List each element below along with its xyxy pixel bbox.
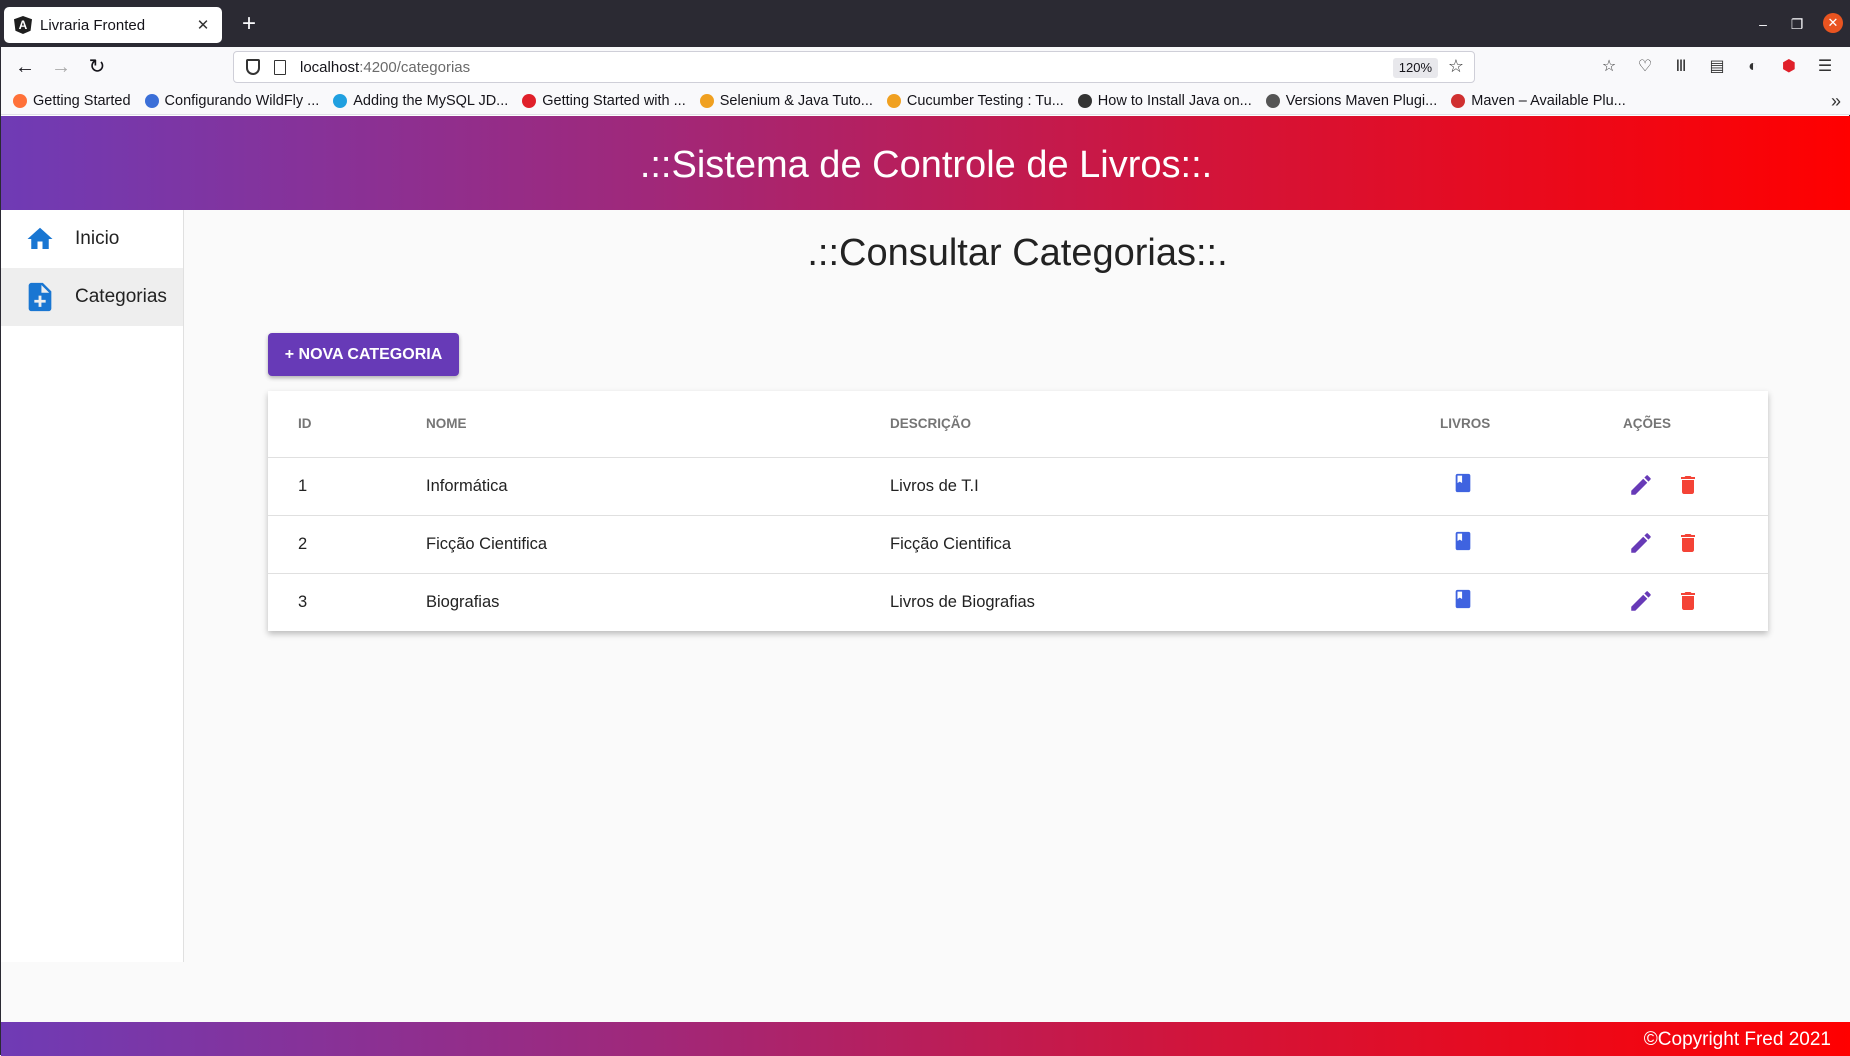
sidebar-item-label: Inicio [75,228,120,249]
ublock-icon[interactable]: ⬢ [1779,57,1799,77]
cell-id: 1 [298,477,308,495]
bookmark-item[interactable]: Maven – Available Plu... [1451,93,1626,109]
delete-icon[interactable] [1676,530,1700,556]
bookmark-item[interactable]: Selenium & Java Tuto... [699,93,873,109]
app-title: .::Sistema de Controle de Livros::. [639,143,1213,186]
page-icon [274,59,286,75]
table-header: ID NOME DESCRIÇÃO LIVROS AÇÕES [268,391,1768,458]
new-tab-button[interactable]: + [235,11,263,39]
app-header: .::Sistema de Controle de Livros::. [1,116,1850,210]
chevron-more-icon[interactable]: » [1831,91,1841,112]
browser-window: A Livraria Fronted ✕ + – ❐ ✕ ← → ↻ local… [0,0,1850,1056]
sidebar-item-inicio[interactable]: Inicio [1,210,183,268]
column-header-id: ID [298,416,312,431]
column-header-nome: NOME [426,416,467,431]
table-row: 2 Ficção Cientifica Ficção Cientifica [268,516,1768,574]
copyright-text: ©Copyright Fred 2021 [1643,1029,1831,1050]
navigation-bar: ← → ↻ localhost:4200/categorias 120% ☆ ☆… [1,47,1850,87]
bookmark-icon [1077,93,1092,108]
categories-table: ID NOME DESCRIÇÃO LIVROS AÇÕES 1 Informá… [268,391,1768,631]
book-icon[interactable] [1452,470,1474,496]
url-bar[interactable]: localhost:4200/categorias 120% ☆ [233,51,1475,83]
reload-icon[interactable]: ↻ [85,55,109,79]
cell-descricao: Livros de T.I [890,477,979,495]
new-category-button[interactable]: + NOVA CATEGORIA [268,333,459,376]
pocket-icon[interactable]: ♡ [1635,57,1655,77]
edit-icon[interactable] [1628,588,1654,614]
column-header-descricao: DESCRIÇÃO [890,416,972,431]
main-content: .::Consultar Categorias::. + NOVA CATEGO… [184,210,1850,962]
restore-icon[interactable]: ❐ [1787,14,1807,34]
bookmark-item[interactable]: Versions Maven Plugi... [1265,93,1437,109]
bookmark-item[interactable]: How to Install Java on... [1077,93,1252,109]
close-tab-icon[interactable]: ✕ [194,16,212,34]
column-header-livros: LIVROS [1440,416,1491,431]
table-row: 1 Informática Livros de T.I [268,458,1768,516]
sidebar-icon[interactable]: ▤ [1707,57,1727,77]
delete-icon[interactable] [1676,472,1700,498]
minimize-icon[interactable]: – [1753,14,1773,34]
app-footer: ©Copyright Fred 2021 [1,1022,1850,1056]
bookmark-icon [699,93,714,108]
star-icon[interactable]: ☆ [1448,56,1464,77]
cell-nome: Informática [426,477,508,495]
browser-tab[interactable]: A Livraria Fronted ✕ [4,7,222,43]
column-header-acoes: AÇÕES [1623,416,1672,431]
library-icon[interactable]: Ⅲ [1671,57,1691,77]
bookmark-item[interactable]: Cucumber Testing : Tu... [886,93,1064,109]
edit-icon[interactable] [1628,530,1654,556]
menu-icon[interactable]: ☰ [1815,57,1835,77]
sidebar-item-label: Categorias [75,286,167,307]
tab-strip: A Livraria Fronted ✕ + – ❐ ✕ [1,1,1850,47]
page-title: .::Consultar Categorias::. [807,232,1228,274]
sidebar: Inicio Categorias [1,210,184,962]
note-add-icon [28,282,52,312]
shield-icon [246,59,260,75]
bookmark-item[interactable]: Getting Started with ... [522,93,686,109]
bookmark-item[interactable]: Adding the MySQL JD... [333,93,508,109]
sidebar-item-categorias[interactable]: Categorias [1,268,183,326]
table-row: 3 Biografias Livros de Biografias [268,574,1768,632]
url-text[interactable]: localhost:4200/categorias [300,59,470,76]
bookmark-icon [144,93,159,108]
book-icon[interactable] [1452,528,1474,554]
bookmark-icon [522,93,537,108]
bookmark-icon [886,93,901,108]
home-icon [27,227,53,249]
back-icon[interactable]: ← [13,55,37,79]
bookmarks-bar: Getting Started Configurando WildFly ...… [1,87,1850,115]
delete-icon[interactable] [1676,588,1700,614]
cell-id: 3 [298,593,308,611]
app-root: .::Sistema de Controle de Livros::. Inic… [1,116,1850,1056]
cell-descricao: Ficção Cientifica [890,535,1012,553]
firefox-icon [13,93,27,108]
bookmark-icon [333,93,348,108]
bookmark-item[interactable]: Getting Started [13,93,131,109]
pocket-save-icon[interactable]: ☆ [1599,57,1619,77]
zoom-level[interactable]: 120% [1392,58,1438,78]
bookmark-item[interactable]: Configurando WildFly ... [144,93,319,109]
forward-icon[interactable]: → [49,55,73,79]
maven-icon [1451,93,1466,108]
extension-icon[interactable]: ◐ [1743,57,1763,77]
angular-icon: A [14,16,32,34]
edit-icon[interactable] [1628,472,1654,498]
book-icon[interactable] [1452,586,1474,612]
globe-icon [1265,93,1280,108]
cell-nome: Ficção Cientifica [426,535,548,553]
tab-title: Livraria Fronted [40,16,146,34]
cell-descricao: Livros de Biografias [890,593,1035,611]
window-close-button[interactable]: ✕ [1823,13,1843,33]
cell-id: 2 [298,535,308,553]
cell-nome: Biografias [426,593,500,611]
